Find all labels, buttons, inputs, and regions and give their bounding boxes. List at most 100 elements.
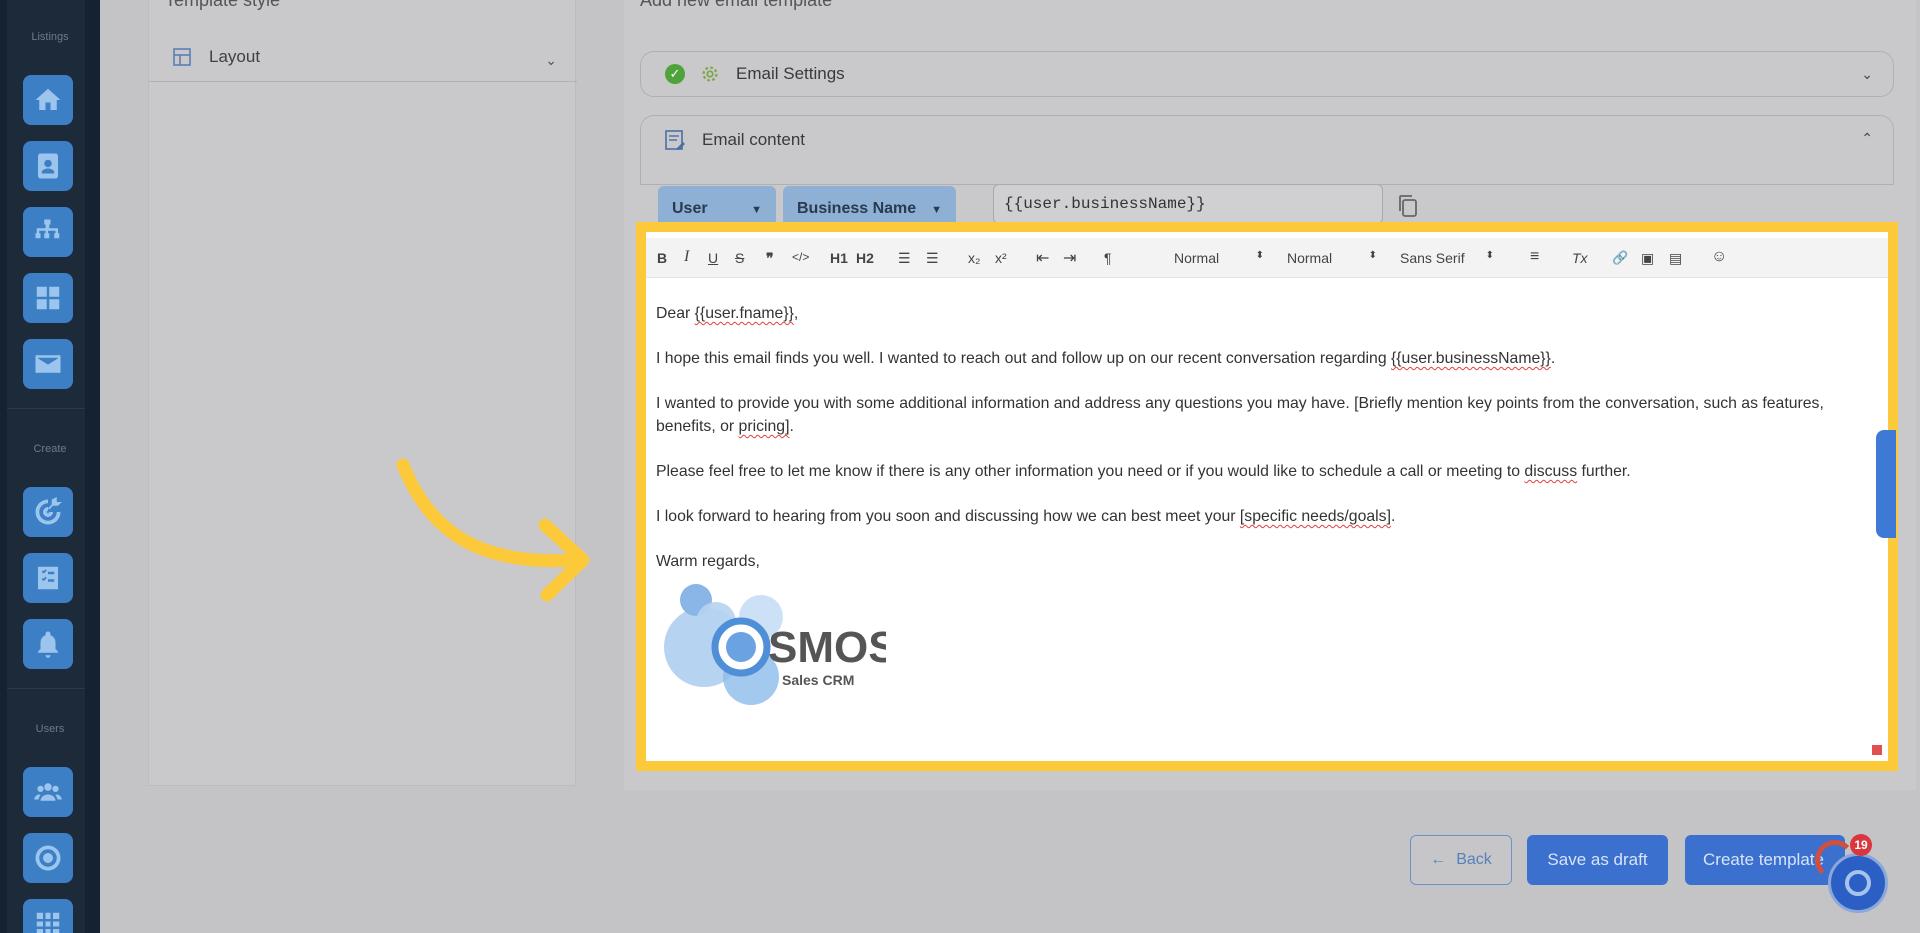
code-button[interactable]: </> bbox=[792, 250, 809, 264]
text-run: [specific needs/goals] bbox=[1239, 508, 1391, 525]
paragraph-1: I hope this email finds you well. I want… bbox=[656, 347, 1876, 370]
superscript-button[interactable]: x² bbox=[995, 250, 1007, 266]
back-label: Back bbox=[1456, 851, 1492, 868]
italic-button[interactable]: I bbox=[684, 248, 689, 266]
page-title: Add new email template bbox=[640, 0, 833, 10]
email-content-accordion[interactable]: Email content ⌃ bbox=[640, 115, 1894, 185]
notification-badge: 19 bbox=[1850, 834, 1872, 856]
chat-widget-button[interactable] bbox=[1828, 853, 1888, 913]
signoff-line: Warm regards, bbox=[656, 553, 760, 570]
header-select-value: Normal bbox=[1287, 250, 1333, 266]
layout-accordion[interactable]: Layout ⌄ bbox=[149, 38, 577, 82]
bullet-list-button[interactable]: ☰ bbox=[926, 250, 939, 267]
text-run: . bbox=[1390, 508, 1396, 525]
email-content-label: Email content bbox=[702, 130, 805, 149]
clear-format-button[interactable]: Tx bbox=[1572, 250, 1588, 266]
field-dropdown-label: Business Name bbox=[797, 200, 917, 217]
paragraph-4: I look forward to hearing from you soon … bbox=[656, 505, 1876, 528]
rail-section-users: Users bbox=[35, 723, 65, 735]
h1-button[interactable]: H1 bbox=[830, 250, 848, 266]
chevron-down-icon: ⌄ bbox=[545, 52, 557, 68]
home-icon[interactable] bbox=[23, 75, 73, 125]
email-settings-accordion[interactable]: Email Settings ⌄ bbox=[640, 51, 1894, 97]
text-run: further. bbox=[1577, 463, 1631, 480]
caret-down-icon: ▼ bbox=[931, 204, 942, 216]
updown-icon: ⬍ bbox=[1485, 250, 1494, 261]
resize-handle[interactable] bbox=[1872, 745, 1882, 755]
check-circle-icon: ✓ bbox=[665, 64, 685, 84]
businessname-variable: {{user.businessName}} bbox=[1391, 350, 1551, 367]
text-run: I hope this email finds you well. I want… bbox=[656, 350, 1391, 367]
rail-section-create: Create bbox=[33, 443, 67, 455]
back-button[interactable]: ← Back bbox=[1410, 835, 1512, 885]
subscript-button[interactable]: x₂ bbox=[968, 250, 980, 266]
text-run: . bbox=[789, 418, 794, 435]
osmos-logo: SMOS Sales CRM bbox=[664, 584, 886, 705]
template-style-panel: Template style Layout ⌄ bbox=[148, 0, 577, 786]
layout-icon bbox=[173, 48, 191, 66]
rail-divider bbox=[7, 408, 85, 409]
text-direction-button[interactable]: ¶ bbox=[1104, 250, 1112, 266]
outdent-button[interactable]: ⇤ bbox=[1036, 248, 1049, 268]
side-feedback-tab[interactable] bbox=[1876, 430, 1896, 538]
org-chart-icon[interactable] bbox=[23, 207, 73, 257]
contact-card-icon[interactable] bbox=[23, 141, 73, 191]
logo-brand-text: SMOS bbox=[768, 623, 886, 672]
copy-icon[interactable] bbox=[1397, 194, 1419, 218]
logo-tagline: Sales CRM bbox=[782, 672, 854, 688]
target-icon[interactable] bbox=[23, 487, 73, 537]
bell-icon[interactable] bbox=[23, 619, 73, 669]
chat-icon bbox=[1845, 870, 1871, 896]
text-run: I look forward to hearing from you soon … bbox=[656, 508, 1240, 525]
paragraph-2: I wanted to provide you with some additi… bbox=[656, 392, 1876, 438]
greeting-line: Dear {{user.fname}}, bbox=[656, 302, 1876, 325]
circle-target-icon[interactable] bbox=[23, 833, 73, 883]
h2-button[interactable]: H2 bbox=[856, 250, 874, 266]
text-run: Dear bbox=[656, 305, 695, 322]
rail-divider bbox=[7, 688, 85, 689]
rich-text-editor[interactable]: B I U S ❞ </> H1 H2 ☰ ☰ x₂ x² ⇤ ⇥ ¶ Norm… bbox=[636, 222, 1898, 771]
updown-icon: ⬍ bbox=[1368, 250, 1377, 261]
chevron-down-icon: ⌄ bbox=[1861, 66, 1873, 82]
grid-icon[interactable] bbox=[23, 899, 73, 933]
updown-icon: ⬍ bbox=[1255, 250, 1264, 261]
font-select-value: Sans Serif bbox=[1400, 250, 1465, 266]
gear-icon bbox=[702, 66, 718, 82]
indent-button[interactable]: ⇥ bbox=[1063, 248, 1076, 268]
emoji-button[interactable]: ☺ bbox=[1711, 248, 1727, 266]
user-dropdown[interactable]: User ▼ bbox=[658, 186, 776, 226]
bold-button[interactable]: B bbox=[657, 250, 667, 266]
size-select[interactable]: Normal ⬍ bbox=[1174, 250, 1264, 266]
pointer-arrow-icon bbox=[396, 458, 590, 602]
quote-button[interactable]: ❞ bbox=[766, 250, 774, 267]
font-select[interactable]: Sans Serif ⬍ bbox=[1400, 250, 1494, 266]
dashboard-icon[interactable] bbox=[23, 273, 73, 323]
underline-button[interactable]: U bbox=[708, 250, 718, 266]
users-icon[interactable] bbox=[23, 767, 73, 817]
text-run: . bbox=[1550, 350, 1556, 367]
layout-label: Layout bbox=[209, 47, 261, 66]
paragraph-3: Please feel free to let me know if there… bbox=[656, 460, 1876, 483]
header-select[interactable]: Normal ⬍ bbox=[1287, 250, 1377, 266]
email-settings-label: Email Settings bbox=[736, 64, 845, 83]
left-nav-rail: Listings Create Users bbox=[0, 0, 100, 933]
text-run: I wanted to provide you with some additi… bbox=[656, 395, 1824, 435]
field-dropdown[interactable]: Business Name ▼ bbox=[783, 186, 956, 226]
save-draft-button[interactable]: Save as draft bbox=[1527, 835, 1668, 885]
link-button[interactable]: 🔗 bbox=[1612, 250, 1628, 266]
image-button[interactable]: ▣ bbox=[1641, 250, 1654, 267]
align-button[interactable]: ≡ bbox=[1530, 248, 1539, 266]
text-run: , bbox=[793, 305, 799, 322]
strike-button[interactable]: S bbox=[735, 250, 744, 266]
user-dropdown-label: User bbox=[672, 200, 708, 217]
editor-content[interactable]: Dear {{user.fname}}, I hope this email f… bbox=[656, 302, 1876, 595]
video-button[interactable]: ▤ bbox=[1669, 250, 1682, 267]
ordered-list-button[interactable]: ☰ bbox=[898, 250, 911, 267]
editor-toolbar: B I U S ❞ </> H1 H2 ☰ ☰ x₂ x² ⇤ ⇥ ¶ Norm… bbox=[646, 238, 1888, 278]
caret-down-icon: ▼ bbox=[751, 204, 762, 216]
checklist-icon[interactable] bbox=[23, 553, 73, 603]
rail-section-listings: Listings bbox=[31, 31, 69, 43]
chevron-up-icon: ⌃ bbox=[1861, 130, 1873, 146]
mail-icon[interactable] bbox=[23, 339, 73, 389]
variable-field[interactable]: {{user.businessName}} bbox=[993, 184, 1383, 224]
